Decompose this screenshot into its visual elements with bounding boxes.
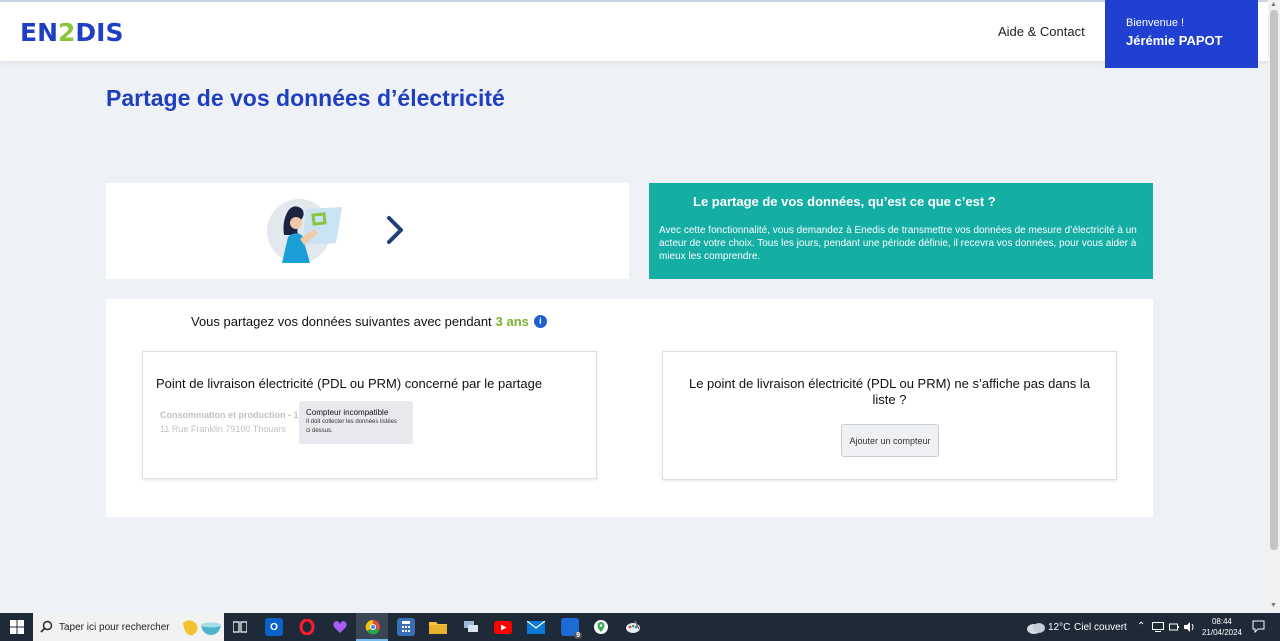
chevron-right-icon[interactable] — [384, 215, 406, 245]
weather-condition[interactable]: Ciel couvert — [1074, 622, 1127, 633]
scroll-up-arrow-icon[interactable]: ▲ — [1270, 1, 1277, 8]
sharing-info-title: Le partage de vos données, qu’est ce que… — [693, 194, 996, 209]
clock[interactable]: 08:44 21/04/2024 — [1200, 616, 1244, 638]
volume-icon[interactable] — [1184, 622, 1196, 632]
user-greeting: Bienvenue ! — [1126, 17, 1185, 29]
windows-logo-icon — [9, 620, 24, 634]
sharing-info-card: Le partage de vos données, qu’est ce que… — [649, 183, 1153, 279]
sharing-duration-value: 3 ans — [495, 314, 529, 329]
notifications-icon[interactable] — [1252, 620, 1265, 633]
sharing-duration-line: Vous partagez vos données suivantes avec… — [191, 314, 547, 329]
clock-date: 21/04/2024 — [1201, 628, 1243, 637]
sharing-info-text: Avec cette fonctionnalité, vous demandez… — [659, 225, 1137, 262]
missing-pdl-card: Le point de livraison électricité (PDL o… — [662, 351, 1117, 480]
maps-icon[interactable] — [592, 618, 610, 636]
enedis-logo[interactable]: EN2DIS — [20, 18, 124, 47]
scroll-down-arrow-icon[interactable]: ▼ — [1270, 602, 1277, 609]
mail-icon[interactable] — [527, 618, 545, 636]
clock-time: 08:44 — [1211, 617, 1233, 626]
pdl-card-title: Point de livraison électricité (PDL ou P… — [156, 376, 543, 391]
youtube-icon[interactable] — [494, 618, 512, 636]
pdl-selection-card: Point de livraison électricité (PDL ou P… — [142, 351, 597, 479]
woman-sharing-data-illustration-icon — [267, 199, 342, 263]
tooltip-text: Il doit collecter les données listées ci… — [306, 419, 398, 434]
opera-icon[interactable] — [298, 618, 316, 636]
user-name: Jérémie PAPOT — [1126, 33, 1223, 48]
missing-pdl-title: Le point de livraison électricité (PDL o… — [688, 376, 1091, 407]
task-view-icon[interactable] — [231, 618, 249, 636]
outlook-icon[interactable]: O — [265, 618, 283, 636]
page-scrollbar[interactable]: ▲ ▼ — [1268, 0, 1280, 613]
calculator-icon[interactable] — [397, 618, 415, 636]
file-explorer-icon[interactable] — [429, 618, 447, 636]
tooltip-title: Compteur incompatible — [306, 408, 389, 417]
incompatible-meter-tooltip: Compteur incompatible Il doit collecter … — [299, 401, 413, 444]
weather-temperature[interactable]: 12°C — [1048, 622, 1070, 633]
mail-badge: 9 — [574, 632, 582, 639]
site-header: EN2DIS Aide & Contact — [0, 0, 1268, 61]
illustration-card — [106, 183, 629, 279]
purple-heart-app-icon[interactable] — [331, 618, 349, 636]
chrome-icon[interactable] — [364, 618, 382, 636]
show-hidden-icons-chevron-up-icon[interactable]: ⌃ — [1137, 621, 1145, 632]
sharing-details-panel: Vous partagez vos données suivantes avec… — [106, 299, 1153, 517]
search-icon — [40, 620, 53, 633]
logo-text-dis: DIS — [75, 18, 124, 47]
paint-icon[interactable] — [624, 618, 642, 636]
meter-type-label: Consommation et production - 1¹ — [160, 410, 302, 420]
sharing-duration-prefix: Vous partagez vos données suivantes avec… — [191, 314, 492, 329]
add-meter-button[interactable]: Ajouter un compteur — [841, 424, 939, 457]
user-account-button[interactable]: Bienvenue ! Jérémie PAPOT — [1105, 0, 1258, 68]
cloudy-weather-icon[interactable] — [1026, 619, 1046, 635]
windows-taskbar: Taper ici pour rechercher O 9 12°C Ciel … — [0, 613, 1280, 641]
windows-start-button[interactable] — [0, 613, 33, 641]
network-icon[interactable] — [1152, 622, 1164, 632]
remote-desktop-icon[interactable] — [462, 618, 480, 636]
scroll-thumb[interactable] — [1270, 10, 1278, 550]
taskbar-search-input[interactable]: Taper ici pour rechercher — [33, 613, 224, 641]
mail-notifications-icon[interactable]: 9 — [561, 618, 582, 639]
page-title: Partage de vos données d’électricité — [106, 85, 505, 111]
help-contact-link[interactable]: Aide & Contact — [998, 24, 1085, 39]
search-highlight-icon — [183, 620, 221, 636]
logo-text-en: EN — [20, 18, 59, 47]
search-placeholder: Taper ici pour rechercher — [59, 622, 170, 633]
info-icon[interactable]: i — [533, 315, 547, 328]
logo-text-2: 2 — [58, 18, 76, 47]
meter-address-label: 11 Rue Franklin 79100 Thouars — [160, 424, 286, 434]
battery-icon[interactable] — [1169, 622, 1179, 632]
